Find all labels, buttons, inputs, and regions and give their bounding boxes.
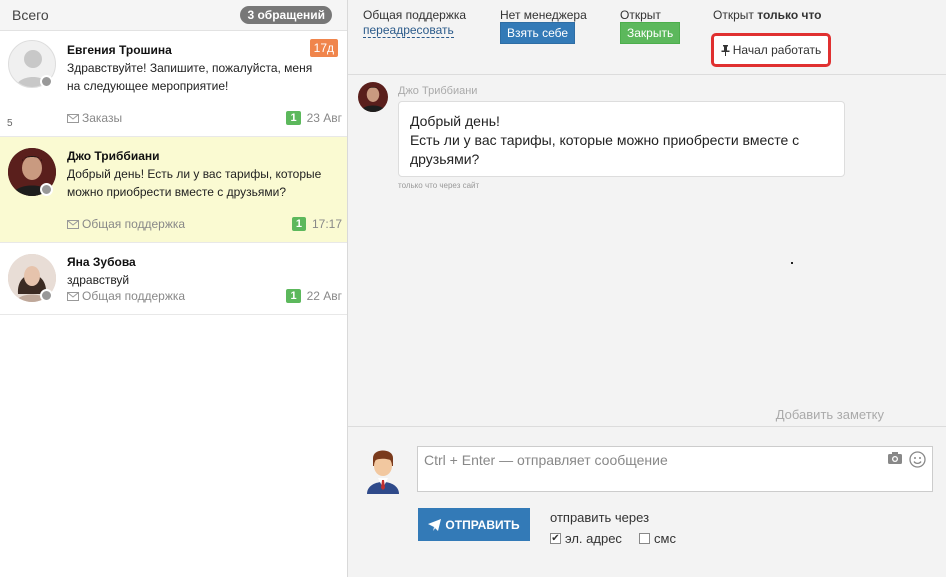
unread-count: 1	[286, 289, 301, 303]
conversation-meta: 1 17:17	[291, 217, 342, 231]
add-note-link[interactable]: Добавить заметку	[776, 407, 884, 422]
offline-status-dot	[40, 183, 53, 196]
chat-area: Джо Триббиани Добрый день! Есть ли у вас…	[348, 75, 946, 427]
status-tag-label: Начал работать	[732, 43, 822, 57]
sms-label: смс	[654, 531, 676, 546]
department-label: Общая поддержка	[363, 8, 467, 22]
message-time: только что через сайт	[398, 181, 480, 190]
envelope-icon	[67, 291, 79, 301]
compose-area: Ctrl + Enter — отправляет сообщение ОТПР…	[348, 427, 946, 577]
conversation-meta: 1 22 Авг	[286, 289, 342, 303]
envelope-icon	[67, 219, 79, 229]
message-bubble: Добрый день! Есть ли у вас тарифы, котор…	[398, 101, 845, 177]
list-header: Всего 3 обращений	[0, 0, 347, 31]
conversation-item[interactable]: Яна Зубова здравствуй Общая поддержка 1 …	[0, 243, 347, 315]
manager-label: Нет менеджера	[500, 8, 587, 22]
operator-avatar-icon	[363, 444, 403, 496]
message-author: Джо Триббиани	[398, 85, 478, 97]
message-line-2: Есть ли у вас тарифы, которые можно прио…	[410, 132, 800, 167]
unread-count: 1	[291, 217, 306, 231]
sms-checkbox[interactable]: смс	[639, 531, 676, 546]
message-line-1: Добрый день!	[410, 113, 500, 129]
opened-prefix: Открыт	[713, 8, 754, 22]
conversation-time: 23 Авг	[306, 111, 342, 125]
pin-icon	[721, 44, 730, 56]
contact-name: Евгения Трошина	[67, 43, 172, 57]
department-label: Общая поддержка	[82, 217, 186, 231]
conversation-item-active[interactable]: Джо Триббиани Добрый день! Есть ли у вас…	[0, 137, 347, 243]
close-button[interactable]: Закрыть	[620, 22, 681, 44]
input-icons	[887, 451, 926, 468]
send-via-label: отправить через	[550, 510, 650, 525]
department: Общая поддержка	[67, 289, 185, 303]
conversation-time: 22 Авг	[306, 289, 342, 303]
department: Заказы	[67, 111, 122, 125]
unread-count: 1	[286, 111, 301, 125]
contact-name: Яна Зубова	[67, 255, 136, 269]
message-author-avatar	[358, 82, 388, 112]
paper-plane-icon	[428, 518, 442, 531]
envelope-icon	[67, 113, 79, 123]
redirect-link[interactable]: переадресовать	[363, 24, 454, 38]
last-message: здравствуй	[67, 273, 130, 287]
take-button[interactable]: Взять себе	[500, 22, 576, 44]
opened-time-label: Открыт только что	[713, 8, 822, 22]
age-tag: 17д	[309, 39, 338, 57]
message-input[interactable]: Ctrl + Enter — отправляет сообщение	[417, 446, 933, 492]
department-label: Общая поддержка	[82, 289, 186, 303]
email-label: эл. адрес	[565, 531, 622, 546]
contact-name: Джо Триббиани	[67, 149, 160, 163]
department-label: Заказы	[82, 111, 123, 125]
send-button-label: ОТПРАВИТЬ	[445, 517, 520, 532]
checkbox-unchecked-icon[interactable]	[639, 533, 650, 544]
conversation-list-panel: Всего 3 обращений 5 Евгения Трошина 17д …	[0, 0, 348, 577]
conversation-toolbar: Общая поддержка переадресовать Нет менед…	[348, 0, 946, 75]
camera-icon[interactable]	[887, 451, 903, 465]
conversation-count-badge: 3 обращений	[240, 6, 332, 24]
conversation-detail-panel: Общая поддержка переадресовать Нет менед…	[348, 0, 946, 577]
offline-status-dot	[40, 75, 53, 88]
status-label: Открыт	[620, 8, 661, 22]
email-checkbox[interactable]: ✔ эл. адрес	[550, 531, 622, 546]
conversation-meta: 1 23 Авг	[286, 111, 342, 125]
stray-dot	[791, 262, 793, 264]
last-message: Добрый день! Есть ли у вас тарифы, котор…	[67, 167, 322, 199]
conversation-number: 5	[7, 118, 13, 129]
send-button[interactable]: ОТПРАВИТЬ	[418, 508, 530, 541]
offline-status-dot	[40, 289, 53, 302]
list-title: Всего	[12, 7, 49, 23]
status-tag[interactable]: Начал работать	[711, 33, 831, 67]
conversation-time: 17:17	[311, 217, 342, 231]
last-message: Здравствуйте! Запишите, пожалуйста, меня…	[67, 61, 313, 93]
conversation-item[interactable]: 5 Евгения Трошина 17д Здравствуйте! Запи…	[0, 31, 347, 137]
smile-icon[interactable]	[909, 451, 926, 468]
opened-time: только что	[757, 8, 822, 22]
checkbox-checked-icon[interactable]: ✔	[550, 533, 561, 544]
department: Общая поддержка	[67, 217, 185, 231]
